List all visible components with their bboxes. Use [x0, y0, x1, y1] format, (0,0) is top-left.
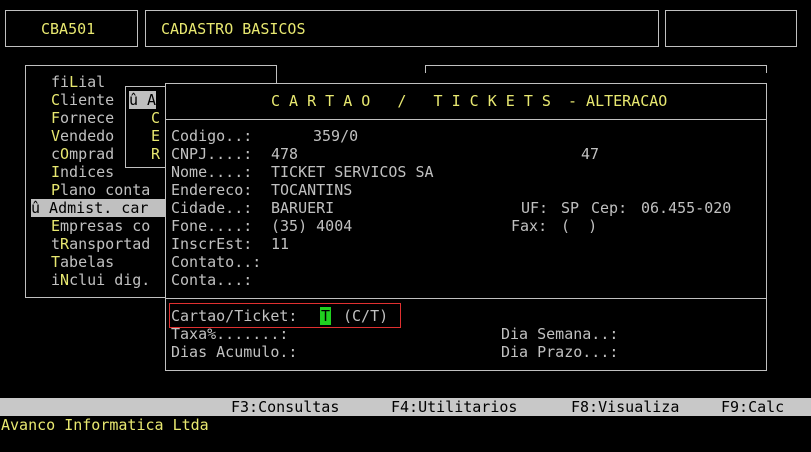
menu-item-admist-cartao[interactable]: û Admist. car	[31, 199, 165, 217]
dias-acumulo-label: Dias Acumulo.:	[171, 343, 298, 361]
endereco-value[interactable]: TOCANTINS	[271, 181, 352, 199]
submenu-item-1[interactable]: û A	[129, 91, 157, 109]
menu-item-cliente[interactable]: Cliente	[51, 91, 114, 109]
fone-value[interactable]: (35) 4004	[271, 217, 352, 235]
cep-label: Cep:	[591, 199, 628, 217]
menu-item-vendedor[interactable]: Vendedo	[51, 127, 114, 145]
codigo-label: Codigo..:	[171, 127, 253, 145]
header-right-box	[665, 10, 797, 47]
program-code-box: CBA501	[5, 10, 138, 47]
f4-utilitarios-key[interactable]: F4:Utilitarios	[391, 398, 517, 416]
menu-item-transportadora[interactable]: tRansportad	[51, 235, 150, 253]
fone-label: Fone....:	[171, 217, 253, 235]
company-name: Avanco Informatica Ltda	[1, 416, 209, 434]
uf-value[interactable]: SP	[561, 199, 579, 217]
menu-item-inclui-dig[interactable]: iNclui dig.	[51, 271, 150, 289]
uf-label: UF:	[521, 199, 549, 217]
menu-item-empresas[interactable]: Empresas co	[51, 217, 150, 235]
fax-value[interactable]: ( )	[561, 217, 597, 235]
menu-item-plano-contas[interactable]: Plano conta	[51, 181, 150, 199]
function-key-bar: F3:Consultas F4:Utilitarios F8:Visualiza…	[0, 398, 811, 416]
taxa-label: Taxa%.......:	[171, 325, 289, 343]
dialog-mode: - ALTERACAO	[568, 92, 668, 110]
menu-frame-right	[425, 65, 767, 73]
submenu-item-4[interactable]: R	[151, 145, 160, 163]
program-code: CBA501	[41, 20, 96, 38]
conta-label: Conta...:	[171, 271, 253, 289]
cartao-ticket-input[interactable]: T	[320, 307, 332, 325]
f3-consultas-key[interactable]: F3:Consultas	[231, 398, 339, 416]
screen-title: CADASTRO BASICOS	[161, 20, 306, 38]
cidade-value[interactable]: BARUERI	[271, 199, 334, 217]
cartao-ticket-label: Cartao/Ticket:	[171, 307, 298, 325]
contato-label: Contato..:	[171, 253, 262, 271]
dialog-title: C A R T A O / T I C K E T S	[271, 92, 551, 110]
fax-label: Fax:	[511, 217, 548, 235]
menu-item-indices[interactable]: Indices	[51, 163, 114, 181]
submenu-item-3[interactable]: E	[151, 127, 160, 145]
menu-item-filial[interactable]: fiLial	[51, 73, 105, 91]
cartao-ticket-hint: (C/T)	[343, 307, 389, 325]
dia-semana-label: Dia Semana..:	[501, 325, 619, 343]
inscr-value[interactable]: 11	[271, 235, 289, 253]
f8-visualiza-key[interactable]: F8:Visualiza	[571, 398, 679, 416]
nome-label: Nome....:	[171, 163, 253, 181]
dia-prazo-label: Dia Prazo...:	[501, 343, 619, 361]
dialog-title-divider	[165, 119, 767, 120]
nome-value[interactable]: TICKET SERVICOS SA	[271, 163, 434, 181]
cidade-label: Cidade..:	[171, 199, 253, 217]
cnpj-value[interactable]: 478	[271, 145, 298, 163]
dialog-section-divider	[165, 298, 767, 299]
menu-item-tabelas[interactable]: Tabelas	[51, 253, 114, 271]
endereco-label: Endereco:	[171, 181, 253, 199]
codigo-value[interactable]: 359/0	[313, 127, 358, 145]
f9-calc-key[interactable]: F9:Calc	[721, 398, 784, 416]
screen-title-box: CADASTRO BASICOS	[145, 10, 659, 47]
inscr-label: InscrEst:	[171, 235, 253, 253]
cep-value[interactable]: 06.455-020	[641, 199, 731, 217]
cnpj-suffix[interactable]: 47	[581, 145, 599, 163]
cnpj-label: CNPJ....:	[171, 145, 253, 163]
menu-item-comprador[interactable]: cOmprad	[51, 145, 114, 163]
submenu-item-2[interactable]: C	[151, 109, 160, 127]
menu-item-fornecedor[interactable]: Fornece	[51, 109, 114, 127]
